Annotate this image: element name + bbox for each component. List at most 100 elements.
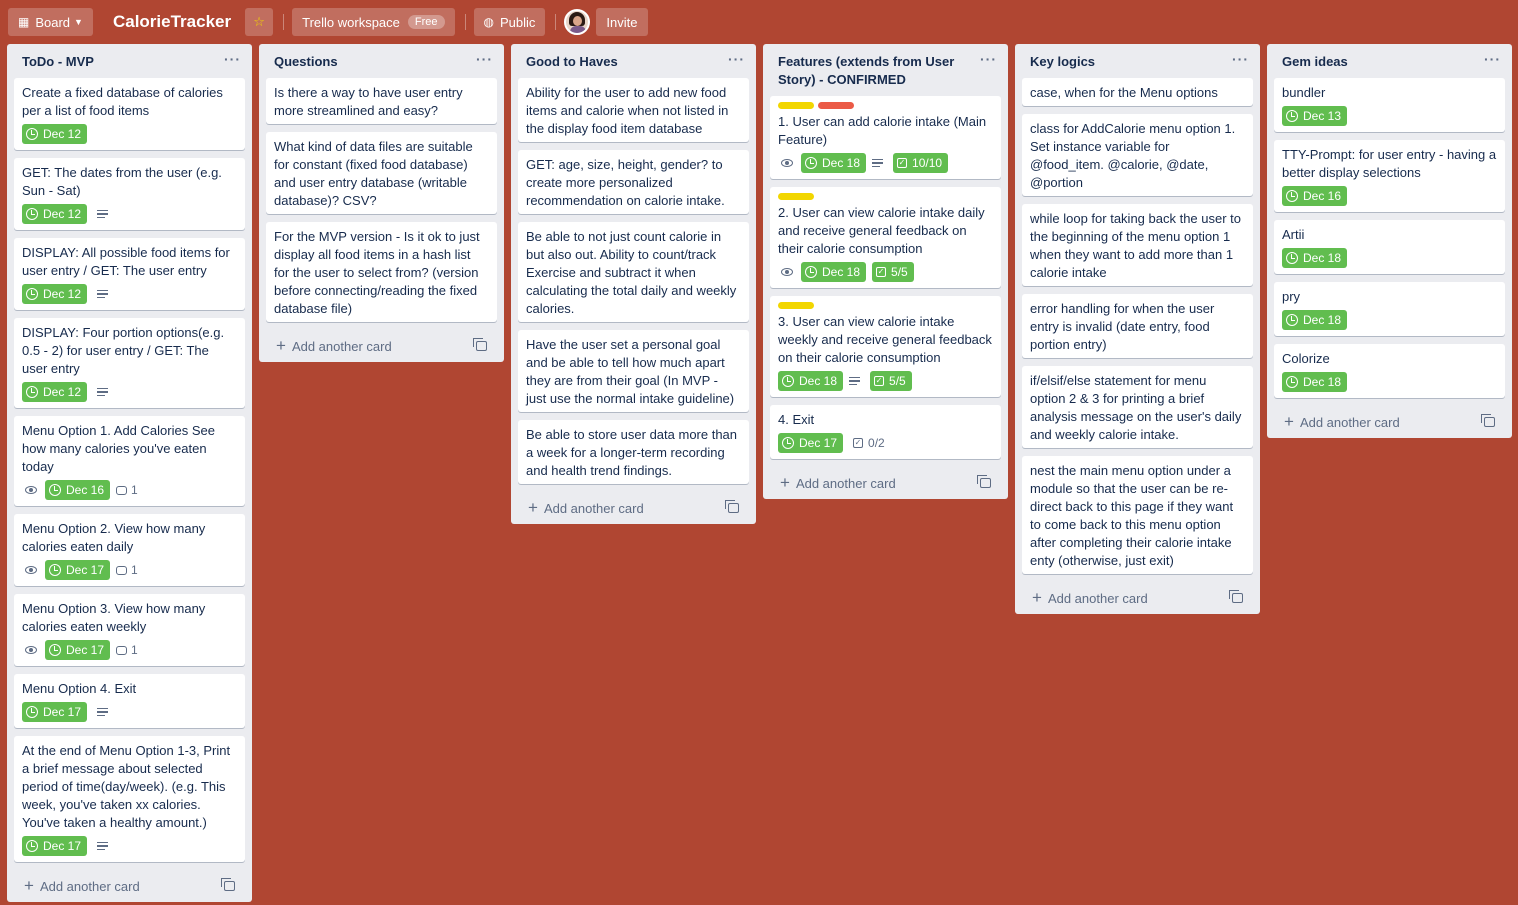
list-card[interactable]: GET: age, size, height, gender? to creat…	[518, 150, 749, 214]
more-icon[interactable]: ···	[224, 52, 241, 66]
due-date-badge[interactable]: Dec 16	[45, 480, 111, 500]
due-date-badge[interactable]: Dec 17	[45, 640, 111, 660]
card-template-icon[interactable]	[473, 338, 487, 351]
list-card[interactable]: Menu Option 3. View how many calories ea…	[14, 594, 245, 666]
card-title: Is there a way to have user entry more s…	[274, 85, 463, 118]
list-card[interactable]: At the end of Menu Option 1-3, Print a b…	[14, 736, 245, 862]
more-icon[interactable]: ···	[1232, 52, 1249, 66]
label-yellow[interactable]	[778, 193, 814, 200]
list-header[interactable]: Good to Haves ···	[518, 44, 749, 78]
list-card[interactable]: GET: The dates from the user (e.g. Sun -…	[14, 158, 245, 230]
due-date-badge[interactable]: Dec 17	[22, 836, 88, 856]
due-date-badge[interactable]: Dec 18	[801, 262, 867, 282]
label-yellow[interactable]	[778, 102, 814, 109]
invite-button[interactable]: Invite	[596, 8, 648, 36]
more-icon[interactable]: ···	[476, 52, 493, 66]
list-card[interactable]: Colorize Dec 18	[1274, 344, 1505, 398]
due-date-badge[interactable]: Dec 12	[22, 284, 88, 304]
list-card[interactable]: bundler Dec 13	[1274, 78, 1505, 132]
list-card[interactable]: if/elsif/else statement for menu option …	[1022, 366, 1253, 448]
add-card-button[interactable]: + Add another card	[518, 492, 749, 524]
list-header[interactable]: ToDo - MVP ···	[14, 44, 245, 78]
workspace-button[interactable]: Trello workspace Free	[292, 8, 455, 36]
list-card[interactable]: Menu Option 4. Exit Dec 17	[14, 674, 245, 728]
list-card[interactable]: error handling for when the user entry i…	[1022, 294, 1253, 358]
due-date-badge[interactable]: Dec 12	[22, 382, 88, 402]
list-card[interactable]: Artii Dec 18	[1274, 220, 1505, 274]
card-template-icon[interactable]	[725, 500, 739, 513]
due-date-badge[interactable]: Dec 18	[778, 371, 844, 391]
list-card[interactable]: nest the main menu option under a module…	[1022, 456, 1253, 574]
list-card[interactable]: What kind of data files are suitable for…	[266, 132, 497, 214]
star-button[interactable]: ☆	[245, 8, 274, 36]
add-card-button[interactable]: + Add another card	[1022, 582, 1253, 614]
list-card[interactable]: case, when for the Menu options	[1022, 78, 1253, 106]
add-card-button[interactable]: + Add another card	[770, 467, 1001, 499]
list-card[interactable]: DISPLAY: All possible food items for use…	[14, 238, 245, 310]
list-card[interactable]: For the MVP version - Is it ok to just d…	[266, 222, 497, 322]
due-date-badge[interactable]: Dec 16	[1282, 186, 1348, 206]
more-icon[interactable]: ···	[728, 52, 745, 66]
card-title: DISPLAY: All possible food items for use…	[22, 245, 230, 278]
add-card-button[interactable]: + Add another card	[1274, 406, 1505, 438]
list-header[interactable]: Questions ···	[266, 44, 497, 78]
add-card-label: Add another card	[543, 501, 644, 516]
list-title[interactable]: Features (extends from User Story) - CON…	[778, 53, 968, 89]
list-card[interactable]: Be able to store user data more than a w…	[518, 420, 749, 484]
list-title[interactable]: Good to Haves	[526, 53, 618, 71]
due-date-badge[interactable]: Dec 17	[778, 433, 844, 453]
list-title[interactable]: Gem ideas	[1282, 53, 1348, 71]
card-title: Menu Option 2. View how many calories ea…	[22, 521, 206, 554]
due-date-badge[interactable]: Dec 18	[1282, 248, 1348, 268]
comment-count: 1	[131, 643, 138, 657]
list-header[interactable]: Features (extends from User Story) - CON…	[770, 44, 1001, 96]
avatar[interactable]	[564, 9, 591, 35]
due-date-badge[interactable]: Dec 12	[22, 204, 88, 224]
list-title[interactable]: ToDo - MVP	[22, 53, 94, 71]
label-red[interactable]	[818, 102, 854, 109]
card-template-icon[interactable]	[221, 878, 235, 891]
checklist-count: 5/5	[891, 265, 908, 279]
card-template-icon[interactable]	[1481, 414, 1495, 427]
list-title[interactable]: Key logics	[1030, 53, 1095, 71]
board-view-button[interactable]: ▦ Board ▼	[8, 8, 93, 36]
card-template-icon[interactable]	[977, 475, 991, 488]
board-icon: ▦	[18, 15, 30, 29]
due-date-badge[interactable]: Dec 18	[1282, 310, 1348, 330]
list-card[interactable]: 2. User can view calorie intake daily an…	[770, 187, 1001, 288]
due-date-badge[interactable]: Dec 18	[1282, 372, 1348, 392]
list-card[interactable]: Menu Option 1. Add Calories See how many…	[14, 416, 245, 506]
due-date-badge[interactable]: Dec 17	[22, 702, 88, 722]
card-template-icon[interactable]	[1229, 590, 1243, 603]
list-card[interactable]: TTY-Prompt: for user entry - having a be…	[1274, 140, 1505, 212]
list-card[interactable]: DISPLAY: Four portion options(e.g. 0.5 -…	[14, 318, 245, 408]
visibility-button[interactable]: ◍ Public	[473, 8, 546, 36]
list-card[interactable]: Is there a way to have user entry more s…	[266, 78, 497, 124]
list-card[interactable]: Be able to not just count calorie in but…	[518, 222, 749, 322]
list-title[interactable]: Questions	[274, 53, 338, 71]
more-icon[interactable]: ···	[980, 52, 997, 66]
due-date-badge[interactable]: Dec 12	[22, 124, 88, 144]
list-header[interactable]: Gem ideas ···	[1274, 44, 1505, 78]
list-card[interactable]: Create a fixed database of calories per …	[14, 78, 245, 150]
due-date-badge[interactable]: Dec 13	[1282, 106, 1348, 126]
more-icon[interactable]: ···	[1484, 52, 1501, 66]
list-card[interactable]: 4. Exit Dec 17 ✓ 0/2	[770, 405, 1001, 459]
label-yellow[interactable]	[778, 302, 814, 309]
list-card[interactable]: 1. User can add calorie intake (Main Fea…	[770, 96, 1001, 179]
list-card[interactable]: pry Dec 18	[1274, 282, 1505, 336]
list-card[interactable]: class for AddCalorie menu option 1. Set …	[1022, 114, 1253, 196]
due-date-badge[interactable]: Dec 17	[45, 560, 111, 580]
board-title[interactable]: CalorieTracker	[113, 12, 231, 32]
list-card[interactable]: Menu Option 2. View how many calories ea…	[14, 514, 245, 586]
list-card[interactable]: 3. User can view calorie intake weekly a…	[770, 296, 1001, 397]
list-header[interactable]: Key logics ···	[1022, 44, 1253, 78]
due-date-badge[interactable]: Dec 18	[801, 153, 867, 173]
list-card[interactable]: Have the user set a personal goal and be…	[518, 330, 749, 412]
list-card[interactable]: Ability for the user to add new food ite…	[518, 78, 749, 142]
add-card-button[interactable]: + Add another card	[14, 870, 245, 902]
comment-count: 1	[131, 563, 138, 577]
list-card[interactable]: while loop for taking back the user to t…	[1022, 204, 1253, 286]
add-card-button[interactable]: + Add another card	[266, 330, 497, 362]
description-icon	[97, 289, 109, 299]
